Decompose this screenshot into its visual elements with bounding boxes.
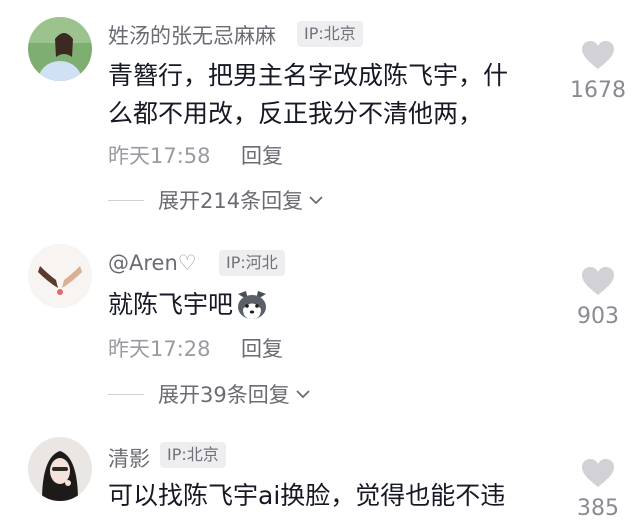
expand-replies-button[interactable]: 展开214条回复	[108, 185, 325, 215]
ip-location-badge: IP:北京	[297, 21, 363, 47]
husky-dog-emoji-icon	[238, 291, 267, 319]
avatar[interactable]	[28, 437, 92, 501]
divider	[108, 199, 144, 201]
reply-button[interactable]: 回复	[241, 140, 283, 170]
heart-icon	[582, 267, 614, 295]
like-button[interactable]: 903	[570, 266, 626, 329]
avatar[interactable]	[28, 244, 92, 308]
heart-icon	[582, 459, 614, 487]
reply-button[interactable]: 回复	[241, 333, 283, 363]
divider	[108, 393, 144, 395]
expand-replies-button[interactable]: 展开39条回复	[108, 379, 312, 409]
like-button[interactable]: 385	[570, 458, 626, 521]
username[interactable]: 清影	[108, 443, 150, 473]
username[interactable]: 姓汤的张无忌麻麻	[108, 20, 276, 50]
chevron-down-icon	[296, 390, 310, 399]
comment-text: 青簪行，把男主名字改成陈飞宇，什 么都不用改，反正我分不清他两，	[108, 61, 509, 128]
like-count: 385	[577, 496, 619, 521]
username[interactable]: @Aren♡	[108, 251, 197, 275]
avatar[interactable]	[28, 17, 92, 81]
ip-location-badge: IP:北京	[160, 442, 226, 468]
white-heart-emoji: ♡	[177, 251, 197, 275]
comment-time: 昨天17:28	[108, 337, 211, 361]
ip-location-badge: IP:河北	[219, 250, 285, 276]
heart-icon	[582, 41, 614, 69]
like-count: 903	[577, 304, 619, 329]
comment-text: 可以找陈飞宇ai换脸，觉得也能不违	[108, 481, 506, 510]
comment-text: 就陈飞宇吧	[108, 286, 528, 324]
like-count: 1678	[570, 78, 626, 103]
comment-time: 昨天17:58	[108, 144, 211, 168]
chevron-down-icon	[309, 196, 323, 205]
like-button[interactable]: 1678	[570, 40, 626, 103]
